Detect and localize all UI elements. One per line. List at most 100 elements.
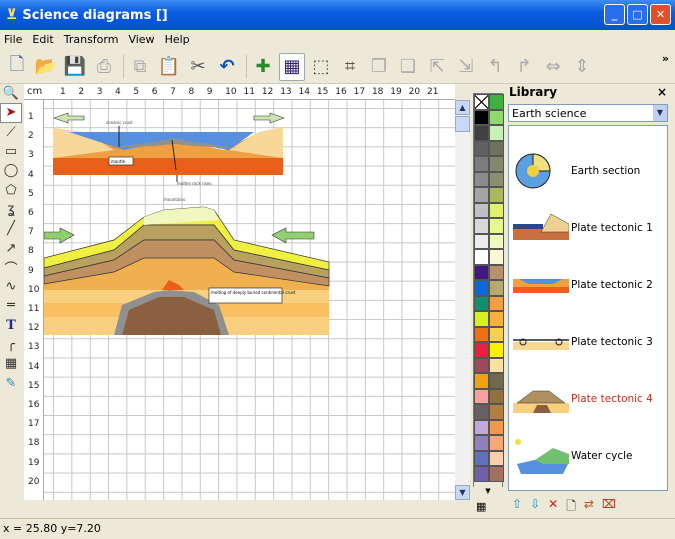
color-swatch[interactable] bbox=[474, 109, 489, 125]
library-item-plate-tectonic-1[interactable]: Plate tectonic 1 bbox=[513, 203, 663, 253]
color-swatch[interactable] bbox=[489, 280, 504, 296]
double-line-tool[interactable]: ═ bbox=[0, 296, 22, 315]
table-tool[interactable]: ▦ bbox=[0, 354, 22, 373]
wave-tool[interactable]: ∿ bbox=[0, 277, 22, 296]
color-swatch[interactable] bbox=[489, 450, 504, 466]
color-swatch[interactable] bbox=[489, 404, 504, 420]
color-swatch[interactable] bbox=[489, 466, 504, 482]
library-item-plate-tectonic-4[interactable]: Plate tectonic 4 bbox=[513, 374, 663, 424]
color-swatch[interactable] bbox=[474, 202, 489, 218]
menu-file[interactable]: File bbox=[4, 33, 22, 46]
curve-tool[interactable]: ⌒ bbox=[0, 258, 22, 277]
eyedropper-tool[interactable]: ✎ bbox=[0, 373, 22, 392]
paste-button[interactable]: 📋 bbox=[156, 53, 182, 81]
color-swatch[interactable] bbox=[474, 140, 489, 156]
move-down-icon[interactable]: ⇩ bbox=[530, 497, 540, 518]
undo-button[interactable]: ↶ bbox=[214, 53, 240, 81]
send-backward-button[interactable]: ⇲ bbox=[453, 53, 479, 81]
color-swatch[interactable] bbox=[474, 233, 489, 249]
color-swatch[interactable] bbox=[474, 171, 489, 187]
color-swatch[interactable] bbox=[489, 125, 504, 141]
library-item-water-cycle[interactable]: Water cycle bbox=[513, 431, 663, 481]
grid-button[interactable]: ▦ bbox=[279, 52, 305, 81]
menu-edit[interactable]: Edit bbox=[32, 33, 53, 46]
color-swatch[interactable] bbox=[474, 419, 489, 435]
import-icon[interactable]: ⇄ bbox=[584, 497, 594, 518]
ellipse-tool[interactable]: ◯ bbox=[0, 161, 22, 180]
cut-button[interactable]: ✂ bbox=[185, 53, 211, 81]
bring-front-button[interactable]: ❐ bbox=[366, 53, 392, 81]
close-button[interactable]: ✕ bbox=[650, 4, 671, 25]
color-swatch[interactable] bbox=[474, 218, 489, 234]
copy-button[interactable]: ⧉ bbox=[127, 53, 153, 81]
save-button[interactable]: 💾 bbox=[62, 53, 88, 81]
scroll-down-button[interactable]: ▼ bbox=[455, 485, 470, 500]
color-swatch[interactable] bbox=[474, 466, 489, 482]
delete-library-icon[interactable]: ⌧ bbox=[602, 497, 616, 518]
color-swatch[interactable] bbox=[489, 435, 504, 451]
color-swatch[interactable] bbox=[474, 249, 489, 265]
rectangle-tool[interactable]: ▭ bbox=[0, 142, 22, 161]
rotate-left-button[interactable]: ↰ bbox=[482, 53, 508, 81]
maximize-button[interactable]: □ bbox=[627, 4, 648, 25]
color-swatch[interactable] bbox=[474, 450, 489, 466]
palette-more-colors-icon[interactable]: ▦ bbox=[476, 500, 486, 513]
color-swatch[interactable] bbox=[489, 311, 504, 327]
open-button[interactable]: 📂 bbox=[33, 53, 59, 81]
bring-forward-button[interactable]: ⇱ bbox=[424, 53, 450, 81]
new-item-icon[interactable]: 🗋 bbox=[566, 497, 576, 518]
color-swatch[interactable] bbox=[474, 373, 489, 389]
color-swatch[interactable] bbox=[489, 171, 504, 187]
delete-icon[interactable]: ✕ bbox=[548, 497, 558, 518]
color-swatch[interactable] bbox=[489, 264, 504, 280]
polygon-tool[interactable]: ⬠ bbox=[0, 180, 22, 199]
freehand-tool[interactable]: ʓ bbox=[0, 200, 22, 219]
text-tool[interactable]: T bbox=[0, 316, 22, 335]
color-swatch[interactable] bbox=[489, 140, 504, 156]
color-swatch[interactable] bbox=[489, 233, 504, 249]
color-swatch[interactable] bbox=[474, 326, 489, 342]
connector-tool[interactable]: ╭ bbox=[0, 335, 22, 354]
color-swatch[interactable] bbox=[474, 357, 489, 373]
library-item-earth-section[interactable]: Earth section bbox=[513, 146, 663, 196]
group-button[interactable]: ⬚ bbox=[308, 53, 334, 81]
arrow-tool[interactable]: ↗ bbox=[0, 238, 22, 257]
scroll-up-button[interactable]: ▲ bbox=[455, 100, 470, 115]
color-swatch[interactable] bbox=[474, 311, 489, 327]
scroll-thumb[interactable] bbox=[455, 116, 470, 132]
menu-view[interactable]: View bbox=[128, 33, 154, 46]
color-swatch[interactable] bbox=[489, 187, 504, 203]
snap-button[interactable]: ✚ bbox=[250, 53, 276, 81]
library-category-select[interactable]: Earth science ▼ bbox=[508, 104, 668, 122]
menu-transform[interactable]: Transform bbox=[64, 33, 119, 46]
color-swatch[interactable] bbox=[474, 435, 489, 451]
rotate-right-button[interactable]: ↱ bbox=[511, 53, 537, 81]
library-item-plate-tectonic-2[interactable]: Plate tectonic 2 bbox=[513, 260, 663, 310]
node-edit-tool[interactable]: ⟋ bbox=[0, 123, 22, 142]
color-swatch[interactable] bbox=[489, 109, 504, 125]
pointer-tool[interactable]: ➤ bbox=[0, 103, 22, 123]
color-swatch[interactable] bbox=[489, 373, 504, 389]
color-swatch[interactable] bbox=[474, 264, 489, 280]
minimize-button[interactable]: _ bbox=[604, 4, 625, 25]
vertical-scrollbar[interactable]: ▲ ▼ bbox=[455, 100, 470, 500]
color-swatch[interactable] bbox=[474, 295, 489, 311]
palette-scroll-down-button[interactable]: ▼ bbox=[473, 487, 503, 497]
move-up-icon[interactable]: ⇧ bbox=[512, 497, 522, 518]
flip-horizontal-button[interactable]: ⇔ bbox=[540, 53, 566, 81]
toolbar-overflow-button[interactable]: » bbox=[662, 52, 669, 65]
color-swatch[interactable] bbox=[489, 295, 504, 311]
color-swatch[interactable] bbox=[474, 342, 489, 358]
drawing-canvas[interactable]: mantle oceanic crust molten rock rises m… bbox=[44, 100, 455, 500]
color-swatch[interactable] bbox=[489, 326, 504, 342]
library-item-plate-tectonic-3[interactable]: Plate tectonic 3 bbox=[513, 317, 663, 367]
color-swatch[interactable] bbox=[474, 388, 489, 404]
new-button[interactable]: 🗋 bbox=[4, 53, 30, 81]
print-button[interactable]: ⎙ bbox=[91, 53, 117, 81]
library-close-button[interactable]: × bbox=[657, 85, 667, 100]
zoom-tool[interactable]: 🔍 bbox=[0, 84, 22, 103]
menu-help[interactable]: Help bbox=[165, 33, 190, 46]
color-swatch[interactable] bbox=[474, 125, 489, 141]
color-swatch[interactable] bbox=[474, 280, 489, 296]
color-swatch[interactable] bbox=[489, 357, 504, 373]
